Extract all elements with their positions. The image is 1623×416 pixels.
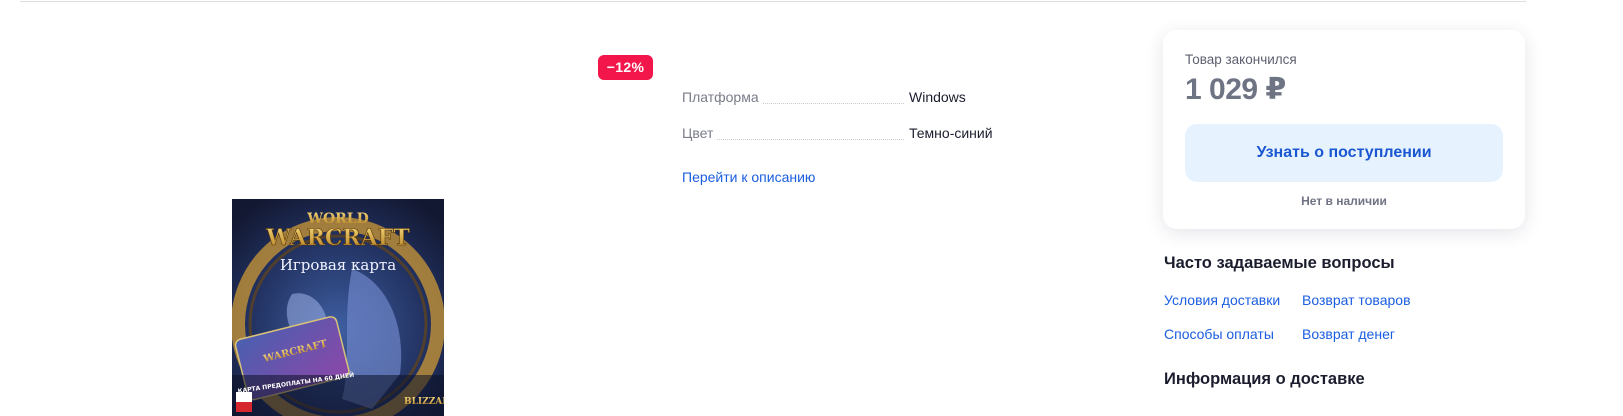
spec-label: Платформа	[682, 87, 763, 107]
discount-badge: −12%	[598, 55, 653, 80]
faq-link-refunds[interactable]: Возврат денег	[1302, 326, 1395, 342]
go-to-description-link[interactable]: Перейти к описанию	[682, 167, 815, 187]
buy-card: Товар закончился 1 029 ₽ Узнать о поступ…	[1163, 30, 1525, 229]
spec-label: Цвет	[682, 123, 718, 143]
stock-status: Товар закончился	[1185, 52, 1297, 67]
spec-value: Windows	[909, 89, 966, 105]
price: 1 029 ₽	[1185, 73, 1286, 106]
svg-text:WARCRAFT: WARCRAFT	[265, 225, 410, 251]
product-image[interactable]: WORLD WARCRAFT Игровая карта WARCRAFT КА…	[232, 199, 444, 416]
spec-value: Темно-синий	[909, 125, 993, 141]
faq-title: Часто задаваемые вопросы	[1164, 254, 1395, 272]
faq-link-payment-methods[interactable]: Способы оплаты	[1164, 326, 1274, 342]
delivery-info-title: Информация о доставке	[1164, 370, 1365, 388]
spec-row-color: Цвет Темно-синий	[682, 123, 1022, 143]
rating-badge-icon	[236, 392, 252, 402]
top-divider	[20, 1, 1526, 2]
notify-when-available-button[interactable]: Узнать о поступлении	[1185, 124, 1503, 182]
image-subtitle: Игровая карта	[280, 256, 396, 274]
faq-link-returns[interactable]: Возврат товаров	[1302, 292, 1411, 308]
spec-row-platform: Платформа Windows	[682, 87, 1022, 107]
availability-status: Нет в наличии	[1301, 194, 1387, 208]
faq-link-delivery-terms[interactable]: Условия доставки	[1164, 292, 1280, 308]
blizzard-logo: BLIZZARD	[404, 397, 444, 407]
svg-text:BLIZZARD: BLIZZARD	[404, 397, 444, 407]
